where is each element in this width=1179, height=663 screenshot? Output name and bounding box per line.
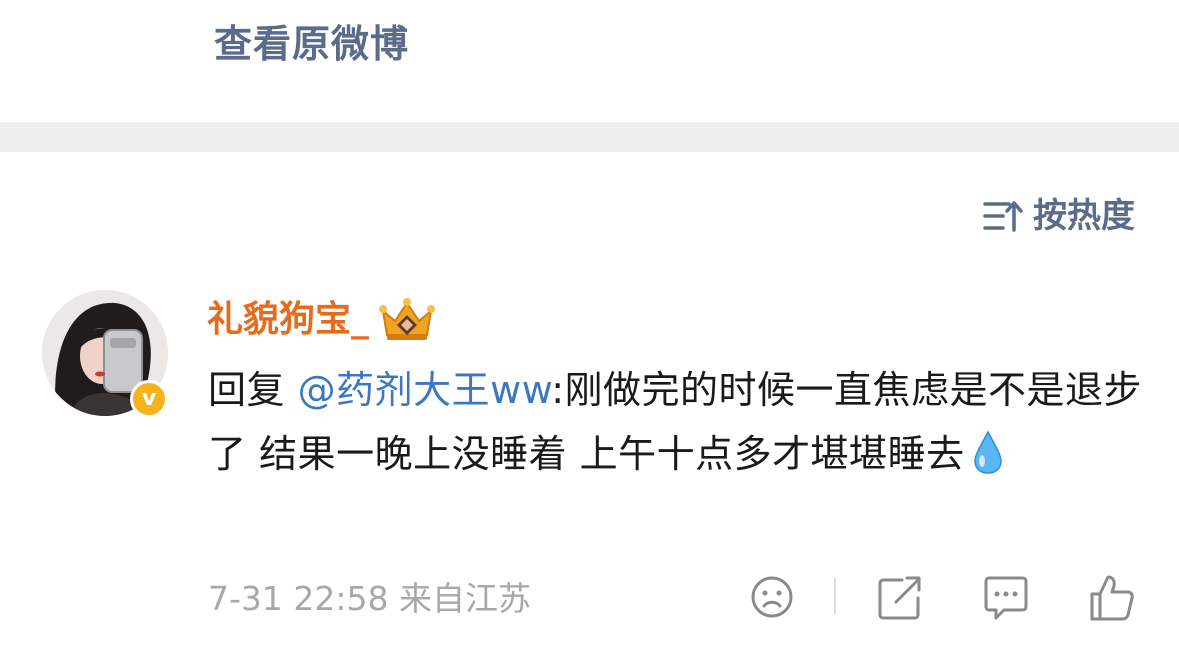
verified-badge: v [130,380,168,418]
reply-prefix: 回复 [208,368,286,412]
action-separator [834,578,836,614]
username[interactable]: 礼貌狗宝_ [207,294,369,346]
view-original-link[interactable]: 查看原微博 [214,18,409,70]
username-row: 礼貌狗宝_ [207,294,437,346]
comment-page: 查看原微博 按热度 v 礼貌狗宝_ 回复 @药剂大王ww:刚做完的时候一直焦虑是… [0,0,1179,663]
verified-v: v [141,386,157,411]
comment-icon[interactable] [982,572,1030,622]
share-icon[interactable] [876,572,924,622]
sort-toggle[interactable]: 按热度 [983,194,1135,238]
sad-face-icon[interactable] [748,572,796,622]
location: 来自江苏 [399,579,531,618]
mention-link[interactable]: @药剂大王ww [298,368,552,412]
timestamp: 7-31 22:58 [208,579,389,618]
comment-text: 回复 @药剂大王ww:刚做完的时候一直焦虑是不是退步了 结果一晚上没睡着 上午十… [208,358,1143,486]
sort-icon [983,201,1023,232]
comment-meta: 7-31 22:58 来自江苏 [208,576,531,622]
sort-label: 按热度 [1033,196,1135,236]
droplet-icon [973,430,1002,474]
section-divider [0,122,1179,152]
crown-icon[interactable] [377,297,437,343]
like-icon[interactable] [1088,572,1136,622]
